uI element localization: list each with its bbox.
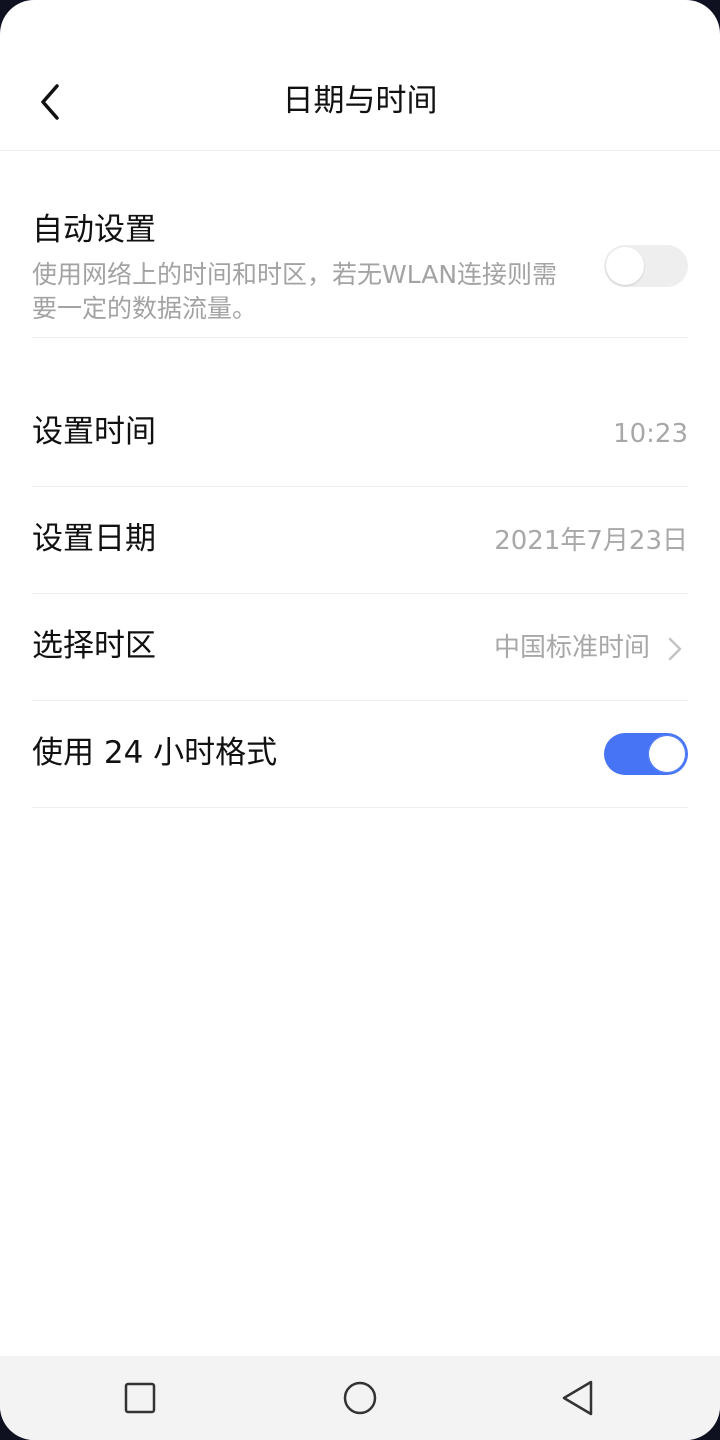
timezone-row[interactable]: 选择时区 中国标准时间 [32, 594, 688, 701]
circle-icon [343, 1381, 377, 1415]
header: 日期与时间 [0, 0, 720, 151]
auto-setting-description: 使用网络上的时间和时区，若无WLAN连接则需要一定的数据流量。 [32, 260, 558, 323]
set-time-value: 10:23 [613, 419, 688, 449]
auto-setting-toggle[interactable] [604, 245, 688, 287]
square-icon [124, 1382, 156, 1414]
set-date-title: 设置日期 [32, 521, 156, 557]
auto-setting-title: 自动设置 [32, 212, 156, 248]
timezone-value-group: 中国标准时间 [494, 628, 688, 668]
page-title: 日期与时间 [282, 83, 438, 119]
home-button[interactable] [338, 1376, 382, 1420]
set-time-title: 设置时间 [32, 414, 156, 450]
timezone-value: 中国标准时间 [493, 633, 650, 663]
settings-list: 自动设置 使用网络上的时间和时区，若无WLAN连接则需要一定的数据流量。 设置时… [32, 150, 688, 808]
triangle-back-icon [562, 1380, 593, 1416]
auto-setting-row[interactable]: 自动设置 使用网络上的时间和时区，若无WLAN连接则需要一定的数据流量。 [32, 150, 688, 338]
timezone-title: 选择时区 [32, 628, 156, 664]
set-time-row[interactable]: 设置时间 10:23 [32, 380, 688, 487]
screen: 日期与时间 自动设置 使用网络上的时间和时区，若无WLAN连接则需要一定的数据流… [0, 0, 720, 1440]
format-24h-row[interactable]: 使用 24 小时格式 [32, 701, 688, 808]
chevron-right-icon [668, 637, 682, 660]
toggle-knob [606, 247, 644, 285]
format-24h-toggle[interactable] [604, 733, 688, 775]
toggle-knob [648, 735, 686, 773]
format-24h-title: 使用 24 小时格式 [32, 735, 278, 771]
back-nav-button[interactable] [556, 1376, 600, 1420]
set-date-value: 2021年7月23日 [494, 526, 688, 556]
recents-button[interactable] [118, 1376, 162, 1420]
navigation-bar [0, 1356, 720, 1440]
set-date-row[interactable]: 设置日期 2021年7月23日 [32, 487, 688, 594]
